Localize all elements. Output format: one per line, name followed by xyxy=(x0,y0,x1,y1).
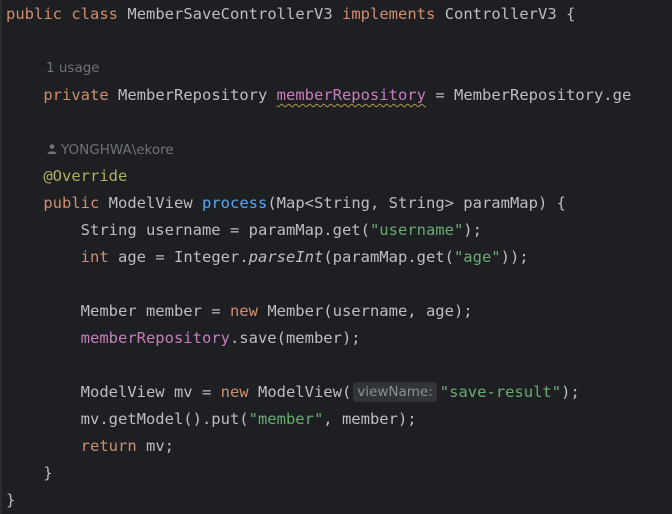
code-text: String username = paramMap.get( xyxy=(80,221,370,239)
field-reference: memberRepository xyxy=(80,329,230,347)
string-literal: "member" xyxy=(248,410,324,428)
brace: { xyxy=(566,5,576,23)
code-text: age = Integer. xyxy=(118,248,249,266)
code-editor[interactable]: public class MemberSaveControllerV3 impl… xyxy=(0,0,672,514)
keyword: implements xyxy=(342,5,436,23)
keyword: new xyxy=(229,302,258,320)
keyword: public xyxy=(43,194,100,212)
usage-hint[interactable]: 1 usage xyxy=(46,58,100,78)
code-text: .save(member); xyxy=(229,329,361,347)
code-text: Member member = xyxy=(80,302,230,320)
brace: } xyxy=(6,491,16,509)
code-text: ModelView( xyxy=(257,383,352,401)
code-text: (paramMap.get( xyxy=(323,248,454,266)
keyword: public xyxy=(6,5,62,23)
class-declaration-line[interactable]: public class MemberSaveControllerV3 impl… xyxy=(6,1,575,28)
code-line[interactable]: return mv; xyxy=(6,433,174,460)
code-line[interactable]: mv.getModel().put("member", member); xyxy=(6,406,417,433)
code-text: mv.getModel().put( xyxy=(80,410,249,428)
field-initializer: MemberRepository.ge xyxy=(454,86,632,104)
code-line[interactable]: Member member = new Member(username, age… xyxy=(6,298,473,325)
code-text: ); xyxy=(463,221,482,239)
assign-operator: = xyxy=(435,86,445,104)
gutter xyxy=(0,0,2,514)
author-name: YONGHWA\ekore xyxy=(61,142,174,158)
person-icon xyxy=(47,144,57,154)
method-name: process xyxy=(202,194,268,212)
type-name: MemberRepository xyxy=(118,86,268,104)
keyword: private xyxy=(43,86,109,104)
code-text: )); xyxy=(500,248,529,266)
keyword: int xyxy=(80,248,109,266)
code-line[interactable]: String username = paramMap.get("username… xyxy=(6,217,482,244)
field-declaration-line[interactable]: private MemberRepository memberRepositor… xyxy=(6,82,631,109)
keyword: new xyxy=(220,383,249,401)
static-method-call: parseInt xyxy=(248,248,324,266)
keyword: return xyxy=(80,437,137,455)
code-text: Member(username, age); xyxy=(267,302,473,320)
string-literal: "username" xyxy=(369,221,464,239)
interface-name: ControllerV3 xyxy=(444,5,557,23)
method-signature-line[interactable]: public ModelView process(Map<String, Str… xyxy=(6,190,566,217)
brace: } xyxy=(43,464,53,482)
string-literal: "age" xyxy=(453,248,501,266)
code-text: ModelView mv = xyxy=(80,383,221,401)
field-name-warning[interactable]: memberRepository xyxy=(277,86,426,104)
class-name: MemberSaveControllerV3 xyxy=(127,5,333,23)
parameter-name-hint: viewName: xyxy=(353,382,437,402)
code-text: mv; xyxy=(146,437,174,455)
annotation: @Override xyxy=(43,167,128,185)
author-hint[interactable]: YONGHWA\ekore xyxy=(46,140,174,160)
code-text: ); xyxy=(561,383,580,401)
code-line[interactable]: memberRepository.save(member); xyxy=(6,325,361,352)
method-close-brace[interactable]: } xyxy=(6,460,53,487)
keyword: class xyxy=(71,5,119,23)
method-params: (Map<String, String> paramMap) { xyxy=(267,194,566,212)
code-text: , member); xyxy=(323,410,417,428)
string-literal: "save-result" xyxy=(439,383,562,401)
code-line[interactable]: int age = Integer.parseInt(paramMap.get(… xyxy=(6,244,529,271)
class-close-brace[interactable]: } xyxy=(6,487,15,514)
code-line[interactable]: ModelView mv = new ModelView(viewName: "s… xyxy=(6,379,580,406)
annotation-line[interactable]: @Override xyxy=(6,163,127,190)
return-type: ModelView xyxy=(108,194,193,212)
